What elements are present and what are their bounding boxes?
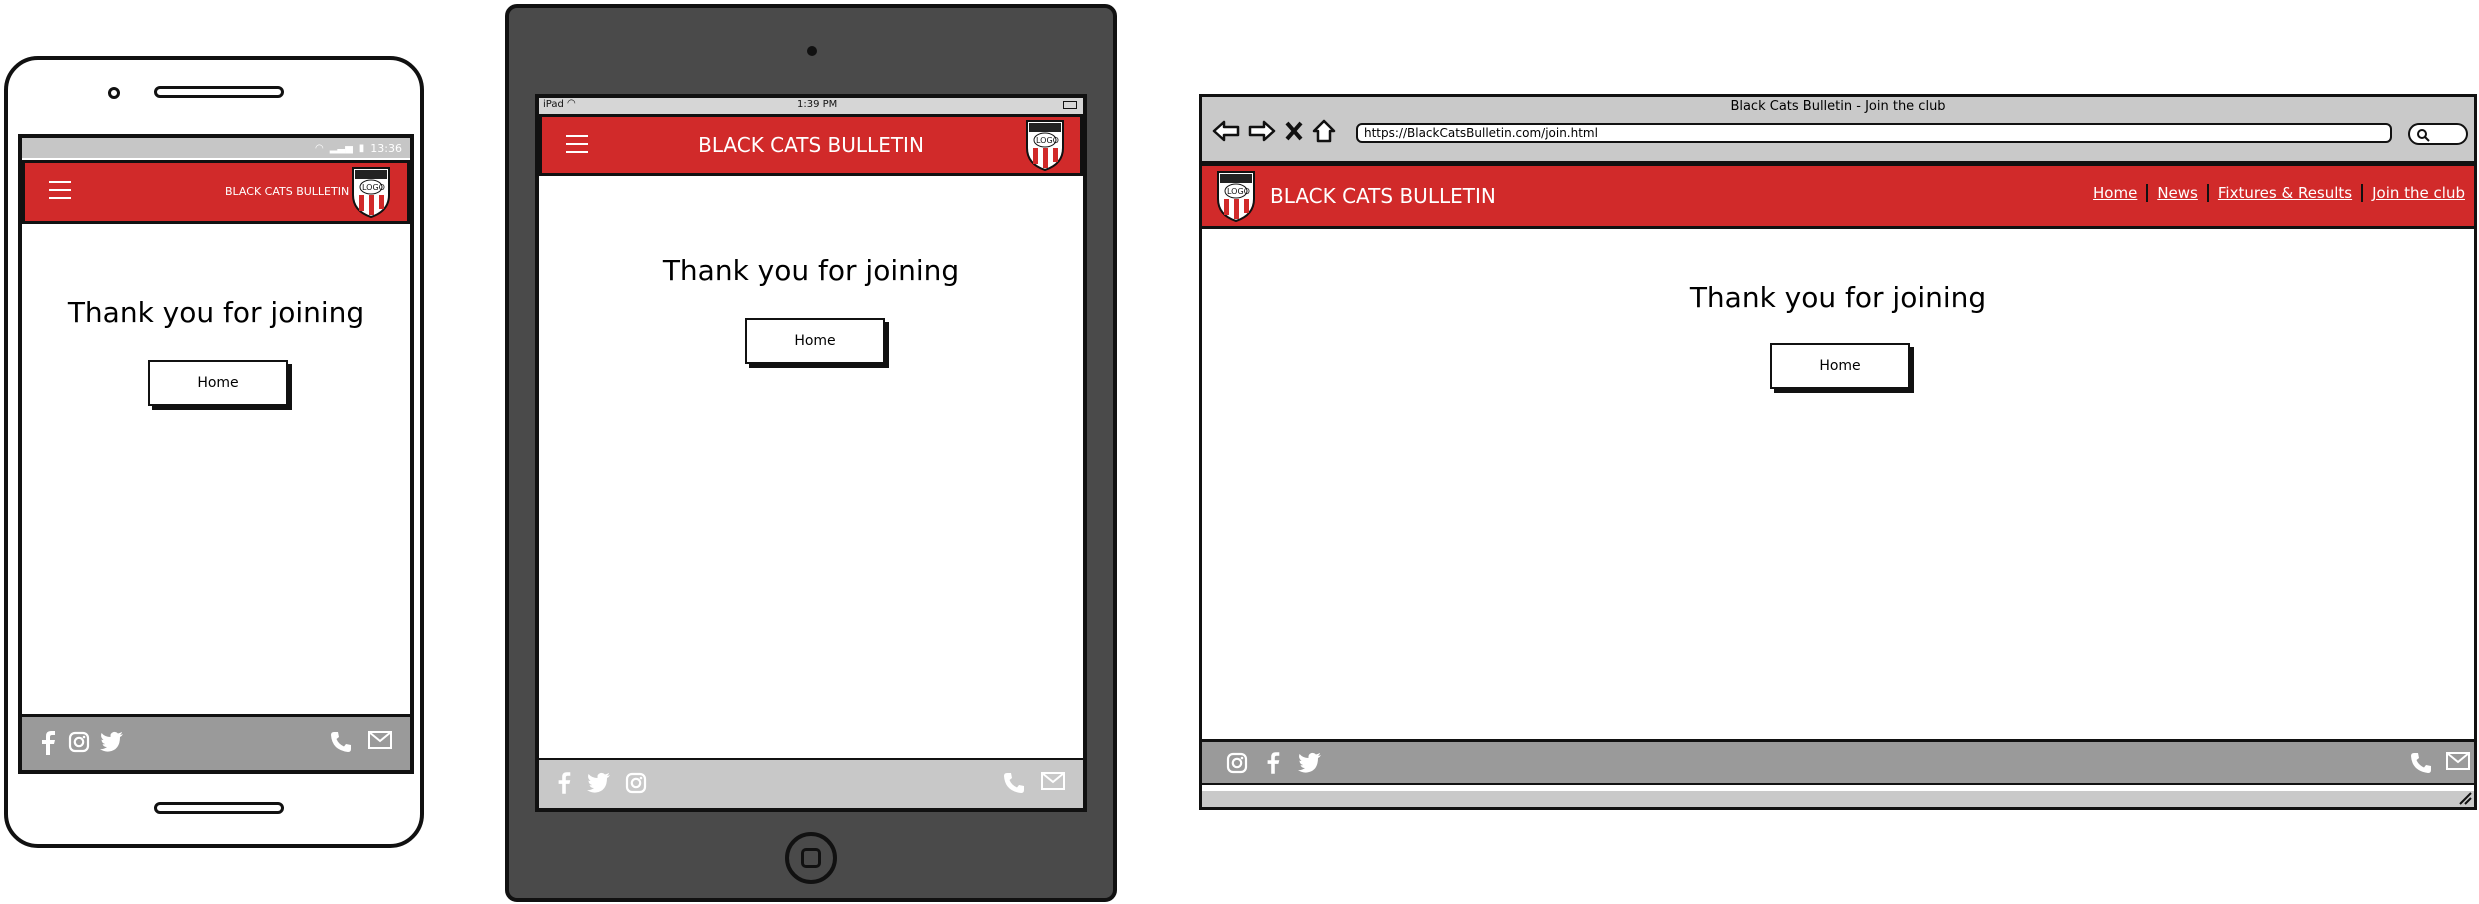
home-button[interactable]: Home bbox=[745, 318, 885, 364]
site-title[interactable]: BLACK CATS BULLETIN bbox=[225, 185, 349, 198]
page-heading: Thank you for joining bbox=[67, 296, 365, 329]
battery-icon bbox=[1063, 101, 1077, 109]
desktop-footer bbox=[1202, 739, 2474, 785]
search-box[interactable] bbox=[2408, 123, 2468, 145]
nav-join-the-club[interactable]: Join the club bbox=[2363, 184, 2474, 202]
battery-icon: ▮ bbox=[358, 142, 365, 154]
site-title[interactable]: BLACK CATS BULLETIN bbox=[542, 133, 1080, 157]
front-camera bbox=[807, 46, 817, 56]
instagram-icon[interactable] bbox=[625, 772, 647, 794]
stop-icon[interactable] bbox=[1284, 120, 1304, 142]
home-button[interactable]: Home bbox=[148, 360, 288, 406]
mail-icon[interactable] bbox=[1041, 772, 1065, 790]
back-arrow-icon[interactable] bbox=[1212, 119, 1240, 143]
mobile-screen: ◠ ▂▃▅ ▮ 13:36 BLACK CATS BULLETIN LOGO T… bbox=[18, 134, 414, 774]
twitter-icon[interactable] bbox=[1298, 752, 1322, 774]
main-nav: Home News Fixtures & Results Join the cl… bbox=[2084, 184, 2474, 202]
desktop-header: LOGO BLACK CATS BULLETIN Home News Fixtu… bbox=[1202, 163, 2474, 229]
logo-text: LOGO bbox=[362, 183, 385, 192]
phone-icon[interactable] bbox=[2410, 752, 2432, 774]
tablet-screen: iPad ◠ 1:39 PM BLACK CATS BULLETIN LOGO … bbox=[535, 94, 1087, 812]
club-logo[interactable]: LOGO bbox=[351, 165, 391, 219]
home-button-physical[interactable] bbox=[785, 832, 837, 884]
twitter-icon[interactable] bbox=[587, 772, 611, 794]
mobile-header: BLACK CATS BULLETIN LOGO bbox=[22, 160, 410, 224]
mobile-device: ◠ ▂▃▅ ▮ 13:36 BLACK CATS BULLETIN LOGO T… bbox=[4, 56, 424, 848]
facebook-icon[interactable] bbox=[1264, 752, 1282, 774]
logo-text: LOGO bbox=[1227, 187, 1250, 196]
instagram-icon[interactable] bbox=[68, 731, 90, 753]
status-device: iPad bbox=[543, 99, 564, 110]
instagram-icon[interactable] bbox=[1226, 752, 1248, 774]
url-text: https://BlackCatsBulletin.com/join.html bbox=[1364, 126, 1598, 140]
search-icon bbox=[2417, 129, 2430, 142]
signal-icon: ▂▃▅ bbox=[329, 142, 353, 154]
phone-icon[interactable] bbox=[330, 731, 352, 753]
tablet-header: BLACK CATS BULLETIN LOGO bbox=[539, 114, 1083, 176]
nav-fixtures-results[interactable]: Fixtures & Results bbox=[2209, 184, 2364, 202]
phone-icon[interactable] bbox=[1003, 772, 1025, 794]
page-viewport: LOGO BLACK CATS BULLETIN Home News Fixtu… bbox=[1202, 161, 2474, 791]
logo-text: LOGO bbox=[1036, 136, 1059, 145]
site-title[interactable]: BLACK CATS BULLETIN bbox=[1270, 184, 1496, 208]
mobile-footer bbox=[22, 714, 410, 770]
status-time: 1:39 PM bbox=[797, 99, 838, 110]
contact-links bbox=[2410, 752, 2470, 774]
mail-icon[interactable] bbox=[2446, 752, 2470, 770]
hamburger-menu-icon[interactable] bbox=[49, 181, 71, 199]
forward-arrow-icon[interactable] bbox=[1248, 119, 1276, 143]
club-logo[interactable]: LOGO bbox=[1216, 169, 1256, 223]
status-bar: ◠ ▂▃▅ ▮ 13:36 bbox=[22, 138, 410, 158]
speaker bbox=[154, 86, 284, 98]
camera bbox=[108, 87, 120, 99]
address-bar[interactable]: https://BlackCatsBulletin.com/join.html bbox=[1356, 123, 2392, 143]
nav-news[interactable]: News bbox=[2148, 184, 2209, 202]
home-icon[interactable] bbox=[1312, 119, 1336, 143]
status-time: 13:36 bbox=[370, 141, 402, 155]
social-links bbox=[38, 731, 124, 755]
contact-links bbox=[1003, 772, 1065, 794]
social-links bbox=[555, 772, 647, 794]
browser-window: Black Cats Bulletin - Join the club http… bbox=[1199, 94, 2477, 810]
home-bar bbox=[154, 802, 284, 814]
wifi-icon: ◠ bbox=[567, 98, 576, 109]
page-heading: Thank you for joining bbox=[1689, 281, 1987, 314]
browser-toolbar bbox=[1212, 115, 1336, 147]
social-links bbox=[1226, 752, 1322, 774]
window-title: Black Cats Bulletin - Join the club bbox=[1730, 99, 1946, 114]
page-heading: Thank you for joining bbox=[662, 254, 960, 287]
tablet-device: iPad ◠ 1:39 PM BLACK CATS BULLETIN LOGO … bbox=[505, 4, 1117, 902]
contact-links bbox=[330, 731, 392, 753]
wifi-icon: ◠ bbox=[314, 142, 324, 154]
resize-grip-icon[interactable] bbox=[2456, 791, 2472, 805]
home-button[interactable]: Home bbox=[1770, 343, 1910, 389]
facebook-icon[interactable] bbox=[555, 772, 573, 794]
club-logo[interactable]: LOGO bbox=[1025, 118, 1065, 172]
mail-icon[interactable] bbox=[368, 731, 392, 749]
twitter-icon[interactable] bbox=[100, 731, 124, 753]
nav-home[interactable]: Home bbox=[2084, 184, 2149, 202]
status-bar: iPad ◠ 1:39 PM bbox=[539, 98, 1083, 114]
tablet-footer bbox=[539, 758, 1083, 808]
facebook-icon[interactable] bbox=[38, 731, 58, 755]
